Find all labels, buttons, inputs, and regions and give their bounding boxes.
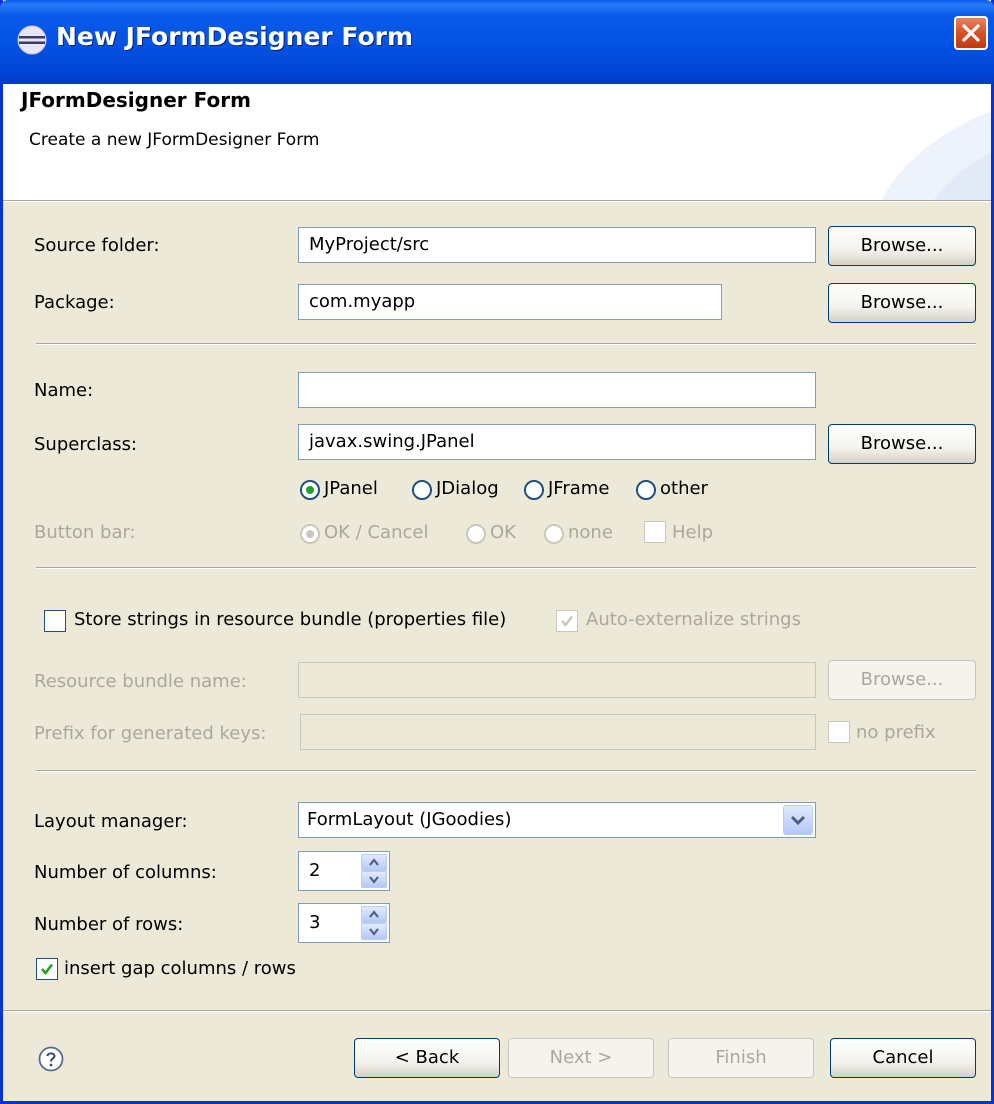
layout-manager-label: Layout manager: [34,811,188,832]
arrow-up-icon [369,858,379,866]
close-button[interactable] [954,16,988,50]
separator-3 [36,770,976,772]
window-title: New JFormDesigner Form [56,22,414,51]
radio-jpanel-label: JPanel [324,478,378,499]
footer-separator [3,1010,991,1012]
store-strings-label: Store strings in resource bundle (proper… [74,609,507,630]
package-input[interactable]: com.myapp [298,284,722,320]
prefix-input[interactable] [300,714,816,750]
insert-gap-checkbox[interactable] [36,958,58,980]
name-label: Name: [34,380,94,401]
arrow-down-icon [369,928,379,936]
auto-externalize-label: Auto-externalize strings [586,609,801,630]
checkmark-icon [41,963,54,976]
package-label: Package: [34,292,115,313]
superclass-label: Superclass: [34,434,138,455]
radio-other-label: other [660,478,708,499]
columns-decrement[interactable] [361,871,387,888]
insert-gap-label: insert gap columns / rows [64,958,296,979]
package-browse-button[interactable]: Browse... [828,283,976,323]
help-icon[interactable] [38,1046,64,1072]
page-title: JFormDesigner Form [21,88,251,112]
eclipse-icon [17,25,47,55]
arrow-up-icon [369,910,379,918]
radio-jframe-label: JFrame [548,478,610,499]
auto-externalize-checkbox[interactable] [556,610,578,632]
rows-increment[interactable] [361,906,387,923]
bundle-browse-button[interactable]: Browse... [828,660,976,700]
separator-1 [36,343,976,345]
radio-ok-cancel[interactable] [300,524,320,544]
checkmark-icon [561,615,574,628]
bundle-name-input[interactable] [298,662,816,698]
no-prefix-label: no prefix [856,722,936,743]
title-bar: New JFormDesigner Form [0,0,994,84]
button-bar-label: Button bar: [34,522,136,543]
page-description: Create a new JFormDesigner Form [29,130,320,150]
back-button[interactable]: < Back [354,1038,500,1078]
help-checkbox[interactable] [644,521,666,543]
cancel-button[interactable]: Cancel [830,1038,976,1078]
rows-value: 3 [309,912,321,933]
radio-jframe[interactable] [524,480,544,500]
columns-spinner[interactable]: 2 [298,851,390,891]
separator-2 [36,567,976,569]
radio-none-label: none [568,522,613,543]
radio-ok[interactable] [466,524,486,544]
name-input[interactable] [298,372,816,408]
source-folder-input[interactable]: MyProject/src [298,227,816,263]
layout-manager-select[interactable]: FormLayout (JGoodies) [298,802,816,838]
radio-selected-dot [306,486,314,494]
prefix-label: Prefix for generated keys: [34,723,267,744]
superclass-browse-button[interactable]: Browse... [828,424,976,464]
source-folder-browse-button[interactable]: Browse... [828,226,976,266]
radio-jdialog[interactable] [412,480,432,500]
header-decoration [881,111,991,200]
columns-label: Number of columns: [34,862,217,883]
layout-manager-value: FormLayout (JGoodies) [307,809,512,830]
close-icon [962,24,980,42]
store-strings-checkbox[interactable] [44,610,66,632]
bundle-name-label: Resource bundle name: [34,671,247,692]
chevron-down-icon [790,815,806,826]
rows-spinner[interactable]: 3 [298,903,390,943]
radio-jdialog-label: JDialog [436,478,499,499]
radio-none[interactable] [544,524,564,544]
arrow-down-icon [369,876,379,884]
dropdown-button[interactable] [783,805,813,835]
help-checkbox-label: Help [672,522,714,543]
radio-jpanel[interactable] [300,480,320,500]
next-button[interactable]: Next > [508,1038,654,1078]
radio-selected-dot [306,530,314,538]
wizard-header: JFormDesigner Form Create a new JFormDes… [3,84,991,200]
source-folder-label: Source folder: [34,235,160,256]
columns-value: 2 [309,860,321,881]
columns-increment[interactable] [361,854,387,871]
finish-button[interactable]: Finish [668,1038,814,1078]
rows-decrement[interactable] [361,923,387,940]
no-prefix-checkbox[interactable] [828,721,850,743]
radio-ok-label: OK [490,522,516,543]
radio-other[interactable] [636,480,656,500]
superclass-input[interactable]: javax.swing.JPanel [298,424,816,460]
header-separator [3,200,991,202]
rows-label: Number of rows: [34,914,184,935]
radio-ok-cancel-label: OK / Cancel [324,522,429,543]
